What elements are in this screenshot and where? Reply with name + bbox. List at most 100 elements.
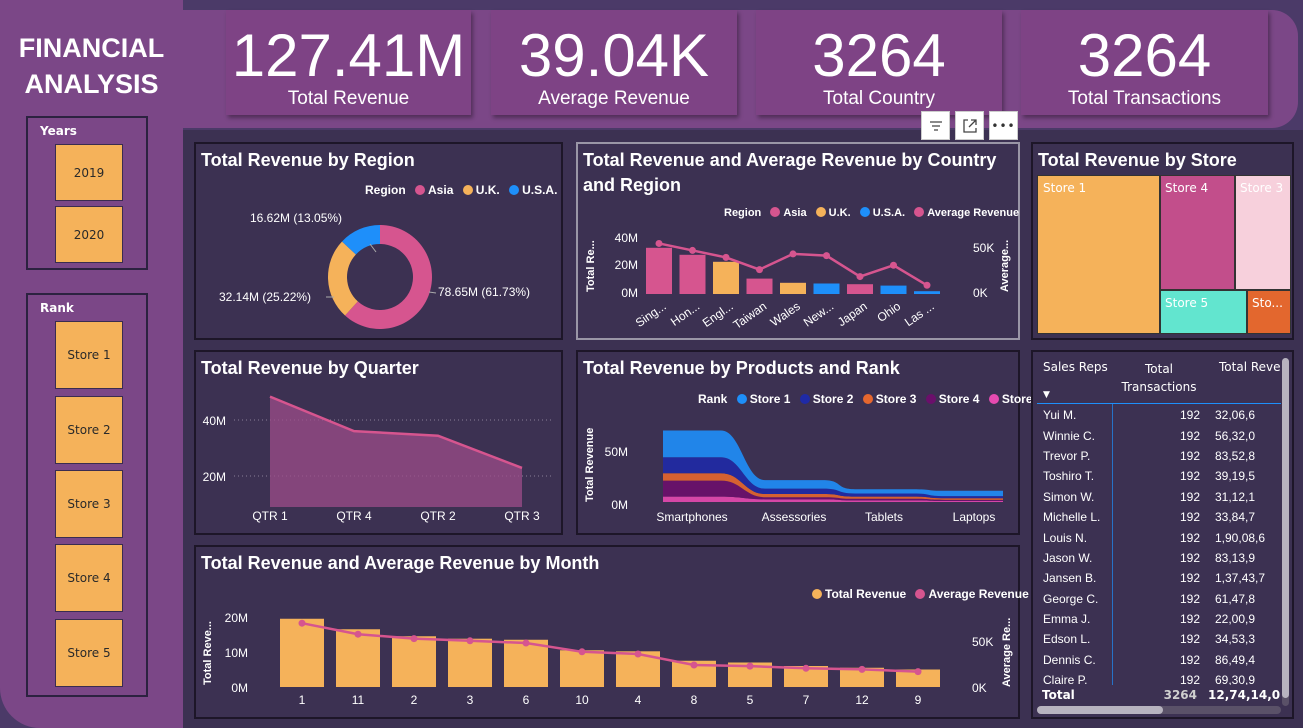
sales-rep-cell: Toshiro T.	[1043, 469, 1095, 484]
ribbon-y-tick: 0M	[611, 498, 628, 512]
rank-option-store-1[interactable]: Store 1	[55, 321, 123, 389]
quarter-area-card: Total Revenue by Quarter 40M 20M QTR 1 QT…	[194, 350, 563, 535]
treemap-tile-store-1[interactable]: Store 1	[1037, 175, 1160, 334]
transactions-cell: 192	[1179, 652, 1200, 667]
rank-option-store-2[interactable]: Store 2	[55, 396, 123, 464]
month-bar	[560, 650, 604, 687]
quarter-y-tick: 40M	[203, 414, 226, 428]
table-row[interactable]: George C. 192 61,47,8	[1033, 589, 1292, 609]
table-row[interactable]: Jansen B. 192 1,37,43,7	[1033, 568, 1292, 588]
table-row[interactable]: Simon W. 192 31,12,1	[1033, 487, 1292, 507]
quarter-x-tick: QTR 4	[336, 509, 372, 523]
kpi-total-revenue-value: 127.41M	[231, 22, 466, 89]
horizontal-scrollbar-thumb[interactable]	[1037, 706, 1163, 714]
month-combo-chart: Total Reve... Average Re... 20M 10M 0M 5…	[202, 611, 1013, 707]
years-slicer-title: Years	[40, 124, 77, 138]
transactions-cell: 192	[1179, 428, 1200, 443]
month-bar	[336, 629, 380, 687]
dashboard-title-line1: FINANCIAL	[18, 33, 165, 63]
table-row[interactable]: Louis N. 192 1,90,08,6	[1033, 527, 1292, 547]
table-row[interactable]: Winnie C. 192 56,32,0	[1033, 425, 1292, 445]
sales-rep-cell: Winnie C.	[1043, 428, 1096, 443]
country-x-tick: Hon...	[668, 299, 702, 329]
vertical-scrollbar[interactable]	[1282, 358, 1289, 706]
country-y-axis-label: Total Re...	[585, 240, 597, 292]
country-x-tick: Japan	[835, 299, 870, 329]
table-row[interactable]: Trevor P. 192 83,52,8	[1033, 446, 1292, 466]
treemap-tile-store-3[interactable]: Store 3	[1235, 175, 1291, 290]
quarter-x-tick: QTR 1	[252, 509, 288, 523]
more-options-icon[interactable]: •••	[989, 111, 1018, 140]
usa-data-label: 16.62M (13.05%)	[250, 211, 342, 225]
month-y2-axis-label: Average Re...	[1001, 618, 1013, 687]
total-label: Total	[1042, 688, 1075, 702]
filter-icon[interactable]	[921, 111, 950, 140]
country-y2-tick: 0K	[973, 286, 988, 300]
vertical-scrollbar-thumb[interactable]	[1282, 358, 1289, 698]
rank-option-store-3[interactable]: Store 3	[55, 470, 123, 538]
transactions-cell: 192	[1179, 612, 1200, 627]
kpi-total-revenue: 127.41M Total Revenue	[226, 10, 471, 115]
country-y2-axis-label: Average...	[999, 240, 1011, 292]
revenue-cell: 33,84,7	[1215, 510, 1256, 525]
country-y2-tick: 50K	[973, 241, 994, 255]
kpi-total-transactions-value: 3264	[1077, 22, 1212, 89]
treemap-tile-store-2[interactable]: Sto...	[1247, 290, 1291, 334]
table-row[interactable]: Dennis C. 192 86,49,4	[1033, 650, 1292, 670]
products-ribbon-card: Total Revenue by Products and Rank Rank …	[576, 350, 1043, 535]
focus-mode-icon[interactable]	[955, 111, 984, 140]
average-revenue-point	[634, 650, 642, 658]
treemap-tile-store-4[interactable]: Store 4	[1160, 175, 1235, 290]
average-revenue-point	[923, 281, 931, 289]
transactions-cell: 192	[1179, 591, 1200, 606]
average-revenue-point	[689, 246, 696, 254]
kpi-total-country-label: Total Country	[823, 88, 935, 109]
rank-option-store-4[interactable]: Store 4	[55, 544, 123, 612]
month-x-tick: 3	[467, 693, 474, 707]
table-row[interactable]: Jason W. 192 83,13,9	[1033, 548, 1292, 568]
table-row[interactable]: Yui M. 192 32,06,6	[1033, 405, 1292, 425]
average-revenue-point	[890, 261, 897, 269]
sales-rep-cell: Dennis C.	[1043, 652, 1096, 667]
product-x-tick: Smartphones	[656, 510, 727, 524]
revenue-cell: 83,13,9	[1215, 550, 1256, 565]
revenue-cell: 22,00,9	[1215, 612, 1256, 627]
store-treemap-title: Total Revenue by Store	[1038, 150, 1237, 170]
sales-rep-cell: Edson L.	[1043, 632, 1091, 647]
rank-option-store-5[interactable]: Store 5	[55, 619, 123, 687]
average-revenue-point	[578, 648, 586, 656]
average-revenue-point	[466, 637, 474, 645]
country-x-tick: Engl...	[700, 299, 736, 330]
sales-reps-table-body: Yui M. 192 32,06,6 Winnie C. 192 56,32,0 Trevo…	[1033, 405, 1283, 690]
revenue-cell: 39,19,5	[1215, 469, 1256, 484]
table-row[interactable]: Michelle L. 192 33,84,7	[1033, 507, 1292, 527]
years-slicer: Years 2019 2020	[26, 116, 148, 270]
treemap-label: Store 5	[1165, 296, 1209, 310]
country-bar	[646, 247, 672, 294]
country-x-tick: Ohio	[874, 299, 903, 325]
sort-desc-icon[interactable]: ▼	[1043, 390, 1050, 400]
kpi-total-revenue-label: Total Revenue	[287, 88, 410, 109]
region-donut-card: Total Revenue by Region Region Asia U.K.…	[194, 142, 563, 340]
month-combo-card: Total Revenue and Average Revenue by Mon…	[194, 545, 1029, 719]
transactions-cell: 192	[1179, 550, 1200, 565]
year-option-2019[interactable]: 2019	[55, 144, 123, 201]
treemap-tile-store-5[interactable]: Store 5	[1160, 290, 1247, 334]
quarter-x-tick: QTR 3	[504, 509, 540, 523]
year-option-2020[interactable]: 2020	[55, 206, 123, 263]
table-row[interactable]: Emma J. 192 22,00,9	[1033, 609, 1292, 629]
table-row[interactable]: Edson L. 192 34,53,3	[1033, 629, 1292, 649]
month-x-tick: 5	[747, 693, 754, 707]
table-row[interactable]: Toshiro T. 192 39,19,5	[1033, 466, 1292, 486]
transactions-cell: 192	[1179, 632, 1200, 647]
horizontal-scrollbar[interactable]	[1037, 706, 1281, 714]
quarter-x-tick: QTR 2	[420, 509, 456, 523]
treemap-label: Sto...	[1252, 296, 1283, 310]
month-x-tick: 2	[411, 693, 418, 707]
col-header-total-transactions[interactable]: Total Transactions	[1119, 360, 1199, 396]
col-header-sales-reps[interactable]: Sales Reps	[1043, 360, 1108, 374]
country-y-tick: 40M	[615, 231, 638, 245]
average-revenue-point	[856, 273, 864, 281]
header-divider	[1037, 403, 1281, 404]
country-combo-chart: Total Re... Average... 40M 20M 0M 50K 0K…	[585, 231, 1011, 332]
